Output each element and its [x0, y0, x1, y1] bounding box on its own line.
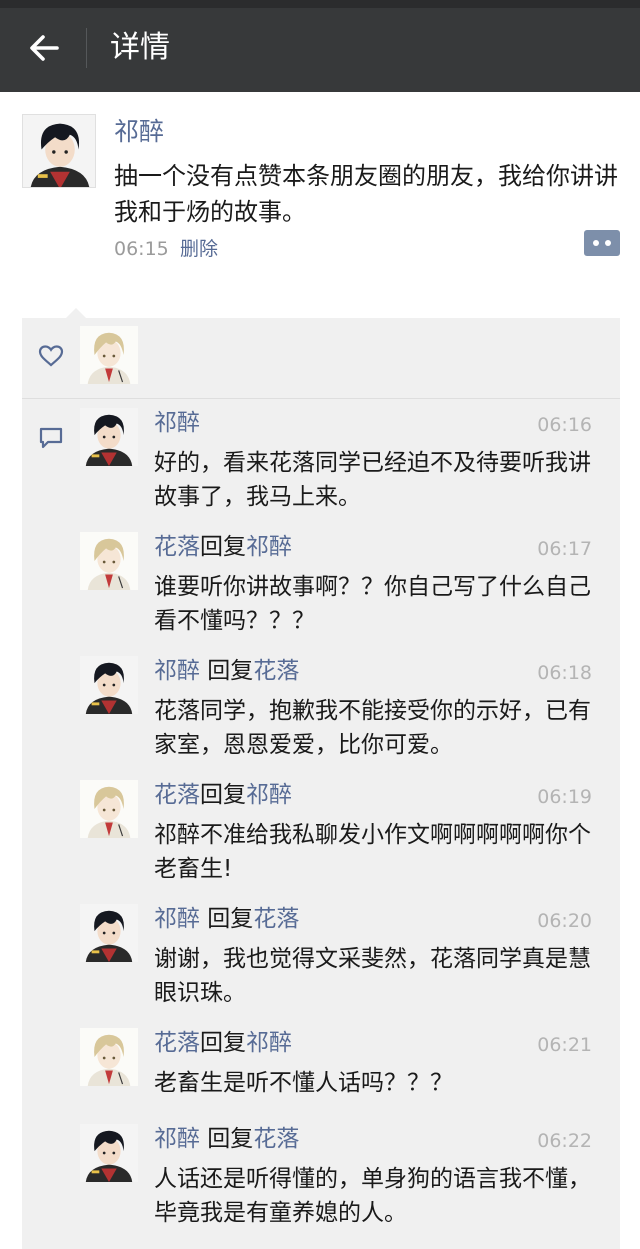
reply-to-name[interactable]: 祁醉 [246, 1030, 292, 1056]
interaction-panel: 祁醉 06:16 好的，看来花落同学已经迫不及待要听我讲故事了，我马上来。 花落回复祁… [22, 308, 620, 1249]
commenter-avatar[interactable] [80, 1028, 138, 1086]
comment-text: 谢谢，我也觉得文采斐然，花落同学真是慧眼识珠。 [154, 946, 591, 1006]
back-arrow-icon [30, 35, 59, 61]
comment-text: 花落同学，抱歉我不能接受你的示好，已有家室，恩恩爱爱，比你可爱。 [154, 698, 591, 758]
comment-time: 06:21 [537, 1034, 592, 1056]
commenter-avatar[interactable] [80, 780, 138, 838]
more-button[interactable] [584, 230, 620, 256]
commenter-name[interactable]: 花落 [154, 1030, 200, 1056]
comment-header: 祁醉 回复花落 [154, 1124, 299, 1154]
post-text: 抽一个没有点赞本条朋友圈的朋友，我给你讲讲我和于炀的故事。 [114, 162, 618, 226]
likes-row [22, 318, 620, 398]
reply-to-name[interactable]: 花落 [253, 658, 299, 684]
reply-word: 回复 [200, 782, 246, 808]
back-button[interactable] [18, 22, 70, 74]
reply-to-name[interactable]: 花落 [253, 906, 299, 932]
comment-header: 祁醉 回复花落 [154, 656, 299, 686]
bar-divider [86, 28, 87, 68]
comment-header: 花落回复祁醉 [154, 532, 292, 562]
delete-link[interactable]: 删除 [180, 236, 218, 262]
status-strip [0, 0, 640, 8]
comment-text: 老畜生是听不懂人话吗？？？ [154, 1070, 453, 1096]
commenter-name[interactable]: 祁醉 [154, 1126, 200, 1152]
comment-text: 人话还是听得懂的，单身狗的语言我不懂，毕竟我是有童养媳的人。 [154, 1166, 591, 1226]
liker-avatar[interactable] [80, 326, 138, 384]
commenter-avatar[interactable] [80, 408, 138, 466]
commenter-name[interactable]: 祁醉 [154, 410, 200, 436]
comment-text: 谁要听你讲故事啊？？你自己写了什么自己看不懂吗？？？ [154, 574, 591, 634]
commenter-avatar[interactable] [80, 656, 138, 714]
commenter-name[interactable]: 祁醉 [154, 906, 200, 932]
commenter-avatar[interactable] [80, 1124, 138, 1182]
commenter-avatar[interactable] [80, 904, 138, 962]
comment-time: 06:22 [537, 1130, 592, 1152]
commenter-name[interactable]: 花落 [154, 782, 200, 808]
post-time: 06:15 [114, 238, 169, 260]
comment-header: 花落回复祁醉 [154, 1028, 292, 1058]
comment-time: 06:16 [537, 414, 592, 436]
reply-word: 回复 [200, 1126, 254, 1152]
comment-text: 祁醉不准给我私聊发小作文啊啊啊啊啊你个老畜生! [154, 822, 591, 882]
comment-text: 好的，看来花落同学已经迫不及待要听我讲故事了，我马上来。 [154, 450, 591, 510]
reply-word: 回复 [200, 534, 246, 560]
reply-to-name[interactable]: 祁醉 [246, 534, 292, 560]
comment-time: 06:20 [537, 910, 592, 932]
commenter-name[interactable]: 花落 [154, 534, 200, 560]
comment-header: 祁醉 [154, 408, 200, 438]
reply-to-name[interactable]: 祁醉 [246, 782, 292, 808]
commenter-name[interactable]: 祁醉 [154, 658, 200, 684]
comment-time: 06:17 [537, 538, 592, 560]
heart-icon [38, 345, 64, 367]
reply-word: 回复 [200, 1030, 246, 1056]
comment-time: 06:19 [537, 786, 592, 808]
more-dots-icon [605, 240, 611, 246]
comment-time: 06:18 [537, 662, 592, 684]
comment-icon [39, 427, 63, 449]
commenter-avatar[interactable] [80, 532, 138, 590]
reply-to-name[interactable]: 花落 [253, 1126, 299, 1152]
more-dots-icon [593, 240, 599, 246]
reply-word: 回复 [200, 658, 254, 684]
page-title: 详情 [110, 30, 170, 65]
author-avatar[interactable] [22, 114, 96, 188]
top-bar: 详情 [0, 0, 640, 92]
author-name[interactable]: 祁醉 [114, 116, 164, 148]
divider [22, 398, 620, 399]
comment-header: 祁醉 回复花落 [154, 904, 299, 934]
reply-word: 回复 [200, 906, 254, 932]
comment-header: 花落回复祁醉 [154, 780, 292, 810]
panel-notch [66, 308, 86, 318]
